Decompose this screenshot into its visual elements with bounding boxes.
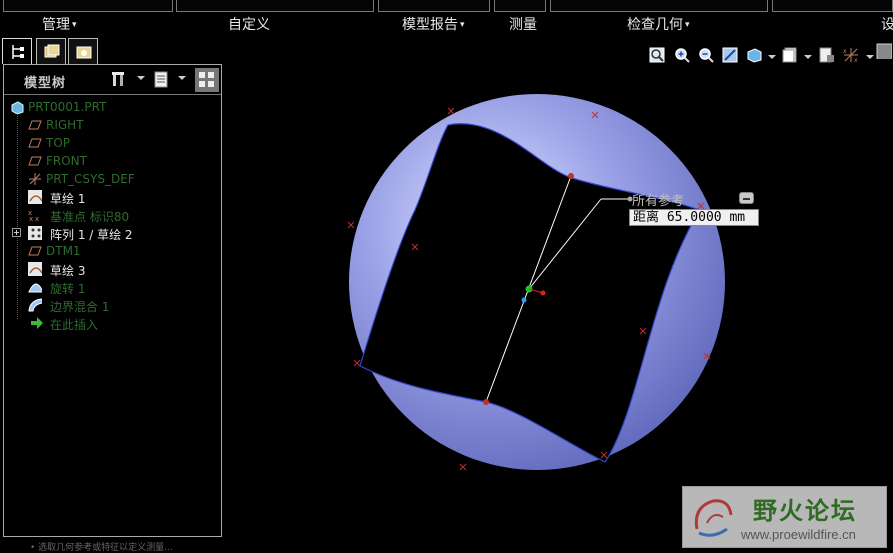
model-graphics bbox=[347, 94, 725, 471]
model-tree-panel: 模型树 PRT0001.PRT RIGHT TOP FRONT PRT_CSYS… bbox=[3, 64, 222, 537]
datum-plane-icon bbox=[28, 246, 42, 256]
svg-text:x: x bbox=[29, 215, 33, 222]
pattern-icon bbox=[28, 226, 42, 240]
forum-logo-icon bbox=[694, 499, 733, 537]
tab-folder-browser[interactable] bbox=[36, 38, 66, 64]
tree-item-front[interactable]: FRONT bbox=[8, 153, 220, 171]
ribbon-strip bbox=[3, 0, 173, 12]
measure-result: 距离 65.0000 mm bbox=[629, 209, 759, 226]
ribbon-group-settings[interactable]: 设 bbox=[881, 14, 893, 34]
tree-filter-icon[interactable] bbox=[195, 68, 219, 92]
ribbon: 管理 ▾ 自定义 模型报告 ▾ 测量 检查几何 ▾ 设 bbox=[0, 0, 893, 36]
sketch-icon bbox=[28, 190, 42, 204]
datum-plane-icon bbox=[28, 138, 42, 148]
ribbon-strip bbox=[550, 0, 768, 12]
graphics-viewport[interactable] bbox=[224, 40, 893, 553]
tab-favorites[interactable] bbox=[68, 38, 98, 64]
collapse-button[interactable] bbox=[739, 192, 754, 204]
ribbon-strip bbox=[494, 0, 546, 12]
measure-endpoint bbox=[483, 399, 489, 405]
tree-item-top[interactable]: TOP bbox=[8, 135, 220, 153]
datum-plane-icon bbox=[28, 120, 42, 130]
model-tree-title: 模型树 bbox=[24, 76, 67, 91]
model-tree-header: 模型树 bbox=[4, 65, 221, 95]
folder-browser-icon bbox=[44, 44, 60, 58]
favorites-icon bbox=[76, 46, 92, 59]
ribbon-group-manage[interactable]: 管理 ▾ bbox=[42, 14, 77, 34]
tree-item-dtm1[interactable]: DTM1 bbox=[8, 243, 220, 261]
tab-model-tree[interactable] bbox=[2, 38, 32, 64]
boundary-blend-icon bbox=[28, 298, 42, 312]
tree-item-sketch-1[interactable]: 草绘 1 bbox=[8, 189, 220, 207]
tree-item-right[interactable]: RIGHT bbox=[8, 117, 220, 135]
watermark-url: www.proewildfire.cn bbox=[741, 527, 856, 542]
tree-item-boundary-blend-1[interactable]: 边界混合 1 bbox=[8, 297, 220, 315]
measure-popup-title: 所有参考 bbox=[632, 194, 685, 209]
tree-item-csys[interactable]: PRT_CSYS_DEF bbox=[8, 171, 220, 189]
part-icon bbox=[11, 101, 24, 114]
revolve-icon bbox=[28, 283, 42, 293]
ribbon-group-measure[interactable]: 测量 bbox=[509, 14, 537, 34]
ribbon-group-inspect-geometry[interactable]: 检查几何 ▾ bbox=[627, 14, 690, 34]
datum-point-icon: x x x bbox=[28, 209, 39, 222]
chevron-down-icon[interactable] bbox=[178, 74, 186, 82]
tools-icon[interactable] bbox=[110, 70, 128, 88]
status-message: • 选取几何参考或特征以定义测量... bbox=[30, 543, 173, 553]
tree-item-part[interactable]: PRT0001.PRT bbox=[8, 99, 220, 117]
tree-item-sketch-3[interactable]: 草绘 3 bbox=[8, 261, 220, 279]
tree-item-datum-point[interactable]: x x x 基准点 标识80 bbox=[8, 207, 220, 225]
tree-item-insert-here[interactable]: 在此插入 bbox=[8, 315, 220, 333]
model-tree-icon bbox=[12, 45, 24, 59]
csys-icon bbox=[29, 173, 41, 185]
axis-point bbox=[521, 297, 527, 303]
measure-endpoint bbox=[568, 173, 574, 179]
datum-plane-icon bbox=[28, 156, 42, 166]
ribbon-group-model-report[interactable]: 模型报告 ▾ bbox=[402, 14, 465, 34]
ribbon-strip bbox=[772, 0, 893, 12]
ribbon-strip bbox=[378, 0, 490, 12]
chevron-down-icon[interactable] bbox=[137, 74, 145, 82]
ribbon-strip bbox=[176, 0, 374, 12]
watermark-title: 野火论坛 bbox=[753, 496, 857, 525]
watermark: 野火论坛 www.proewildfire.cn bbox=[682, 486, 887, 548]
tree-item-pattern-1[interactable]: 阵列 1 / 草绘 2 bbox=[8, 225, 220, 243]
svg-text:x: x bbox=[35, 215, 39, 222]
ribbon-group-customize[interactable]: 自定义 bbox=[228, 14, 270, 34]
insert-here-icon bbox=[31, 317, 43, 329]
sketch-icon bbox=[28, 262, 42, 276]
tree-item-revolve-1[interactable]: 旋转 1 bbox=[8, 279, 220, 297]
expand-icon[interactable] bbox=[12, 228, 26, 242]
show-icon[interactable] bbox=[152, 70, 170, 88]
